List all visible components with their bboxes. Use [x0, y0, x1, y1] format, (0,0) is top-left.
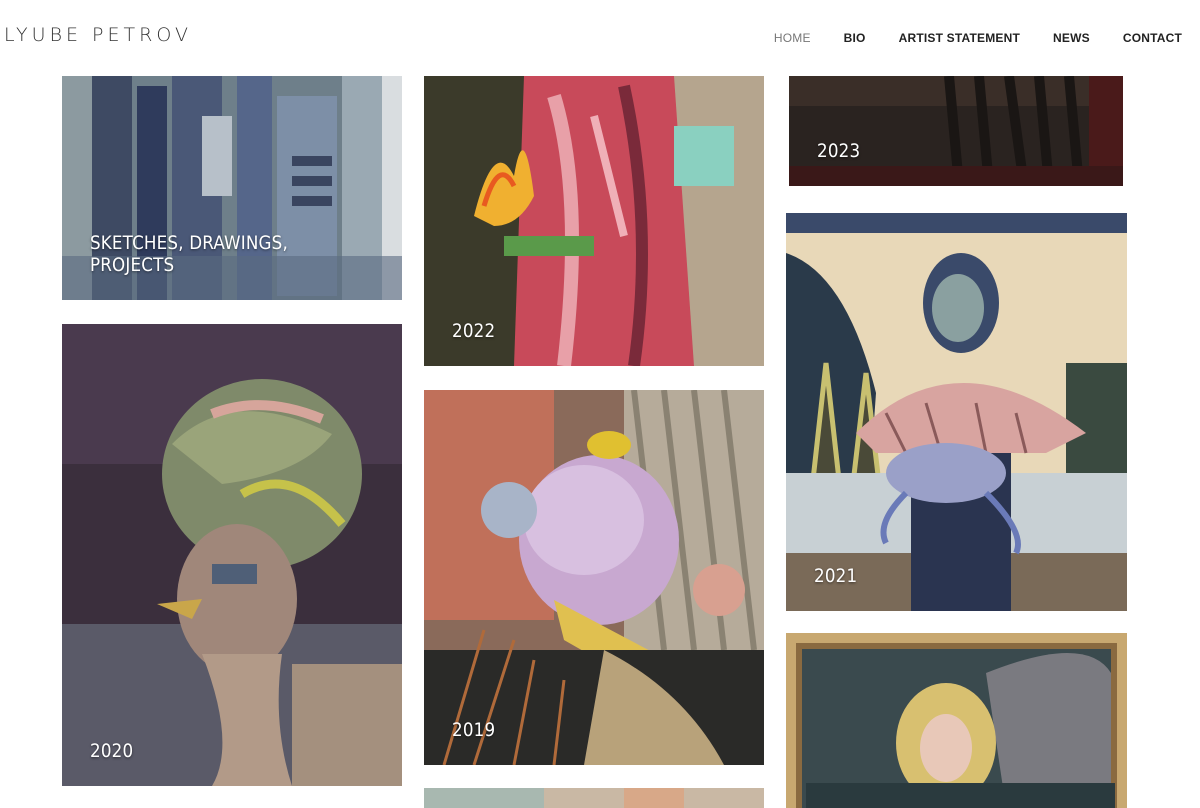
gallery-tile-framed[interactable] [786, 633, 1127, 808]
tile-caption: 2023 [817, 140, 861, 162]
gallery-tile-partial[interactable] [424, 788, 764, 808]
artwork-image [789, 76, 1123, 186]
gallery-tile-sketches[interactable]: SKETCHES, DRAWINGS, PROJECTS [62, 76, 402, 300]
gallery-tile-2021[interactable]: 2021 [786, 213, 1127, 611]
tile-caption: SKETCHES, DRAWINGS, PROJECTS [90, 232, 288, 276]
tile-caption: 2020 [90, 740, 134, 762]
nav-news[interactable]: NEWS [1053, 31, 1090, 45]
tile-caption: 2019 [452, 719, 496, 741]
artwork-image [424, 788, 764, 808]
nav-bio[interactable]: BIO [844, 31, 866, 45]
nav-contact[interactable]: CONTACT [1123, 31, 1182, 45]
site-logo[interactable]: LYUBE PETROV [4, 24, 192, 46]
nav-home[interactable]: HOME [774, 31, 811, 45]
artwork-image [62, 324, 402, 786]
artwork-image [786, 213, 1127, 611]
nav-artist-statement[interactable]: ARTIST STATEMENT [899, 31, 1020, 45]
tile-caption: 2022 [452, 320, 496, 342]
gallery-tile-2019[interactable]: 2019 [424, 390, 764, 765]
gallery-tile-2023[interactable]: 2023 [789, 76, 1123, 186]
artwork-image [786, 633, 1127, 808]
gallery-tile-2020[interactable]: 2020 [62, 324, 402, 786]
gallery-tile-2022[interactable]: 2022 [424, 76, 764, 366]
main-nav: HOME BIO ARTIST STATEMENT NEWS CONTACT [741, 31, 1182, 45]
tile-caption: 2021 [814, 565, 858, 587]
artwork-image [424, 390, 764, 765]
